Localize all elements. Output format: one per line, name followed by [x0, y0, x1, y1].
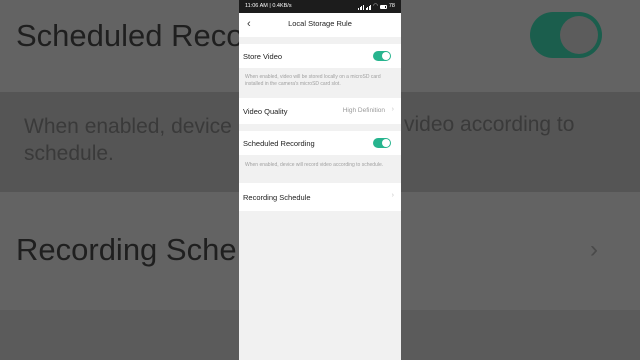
signal-icon — [358, 4, 364, 10]
bg-desc-line1: When enabled, device — [24, 115, 232, 138]
status-bar: 11:06 AM | 0.4KB/s ◠ 78 — [239, 0, 401, 13]
bg-desc-line2: schedule. — [24, 142, 114, 165]
recording-schedule-row[interactable]: Recording Schedule › — [239, 183, 401, 211]
scheduled-recording-toggle[interactable] — [373, 138, 391, 148]
battery-icon — [379, 4, 387, 9]
toggle-knob — [382, 139, 390, 147]
store-video-toggle[interactable] — [373, 51, 391, 61]
empty-area — [239, 212, 401, 360]
video-quality-label: Video Quality — [243, 107, 288, 116]
status-icons: ◠ 78 — [358, 0, 395, 13]
bg-desc: When enabled, device schedule. — [24, 113, 244, 167]
store-video-description: When enabled, video will be stored local… — [245, 74, 381, 87]
bg-toggle-knob — [560, 16, 598, 54]
video-quality-row[interactable]: Video Quality High Definition › — [239, 98, 401, 124]
bg-schedule-title: Recording Sche — [16, 232, 237, 267]
nav-bar: ‹ Local Storage Rule — [239, 13, 401, 37]
chevron-right-icon: › — [391, 106, 394, 113]
bg-toggle — [530, 12, 602, 58]
wifi-icon: ◠ — [373, 3, 378, 9]
page-title: Local Storage Rule — [288, 19, 352, 28]
video-quality-value: High Definition — [342, 107, 385, 114]
recording-schedule-label: Recording Schedule — [243, 193, 311, 202]
store-video-row: Store Video — [239, 44, 401, 68]
chevron-right-icon: › — [391, 192, 394, 199]
phone-screen: 11:06 AM | 0.4KB/s ◠ 78 ‹ Local Storage … — [239, 0, 401, 360]
bg-scheduled-title: Scheduled Recor — [16, 18, 254, 53]
status-time: 11:06 AM | 0.4KB/s — [245, 3, 292, 9]
bg-chevron-icon: › — [590, 236, 598, 263]
scheduled-recording-row: Scheduled Recording — [239, 131, 401, 155]
battery-level: 78 — [388, 3, 395, 9]
bg-desc-right: video according to — [404, 113, 575, 136]
store-video-label: Store Video — [243, 52, 283, 61]
toggle-knob — [382, 52, 390, 60]
signal-icon — [365, 4, 372, 10]
scheduled-recording-label: Scheduled Recording — [243, 139, 315, 148]
scheduled-recording-description: When enabled, device will record video a… — [245, 162, 384, 168]
